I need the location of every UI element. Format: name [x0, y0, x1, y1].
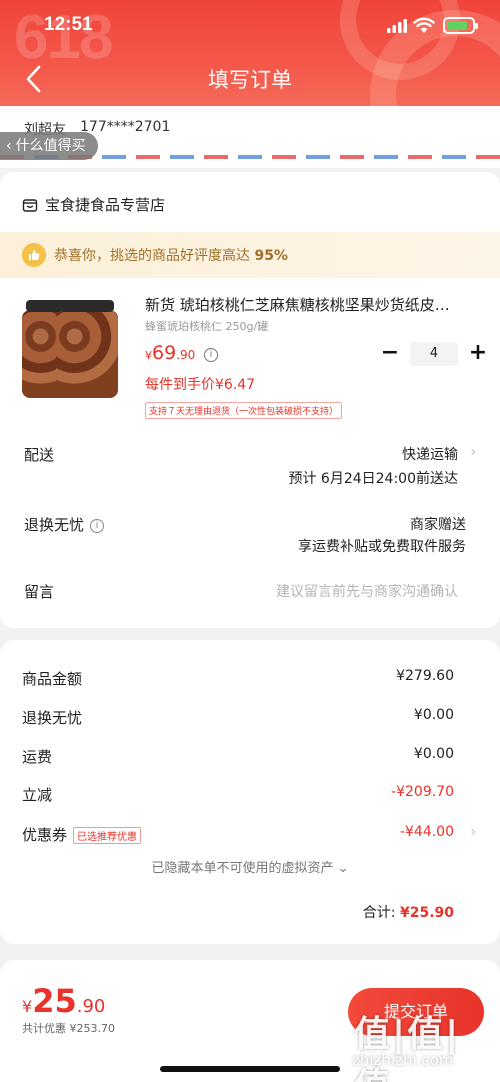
- price-info-icon[interactable]: i: [204, 348, 218, 362]
- hidden-assets-note[interactable]: 已隐藏本单不可使用的虚拟资产 ⌄: [0, 857, 500, 876]
- discount-value: -¥209.70: [391, 784, 454, 800]
- chevron-right-icon[interactable]: ›: [470, 824, 476, 840]
- smzdm-back-tag[interactable]: ‹ 什么值得买: [0, 132, 98, 160]
- returns-detail: 享运费补贴或免费取件服务: [298, 539, 466, 555]
- returns-fee-value: ¥0.00: [413, 707, 454, 723]
- signal-icon: [387, 19, 407, 33]
- total-label: 合计:: [362, 905, 400, 921]
- payable-currency: ¥: [22, 997, 33, 1016]
- delivery-method[interactable]: 快递运输: [402, 444, 458, 464]
- message-input[interactable]: 建议留言前先与商家沟通确认: [276, 581, 458, 601]
- wifi-icon: [413, 17, 435, 33]
- goods-amount-label: 商品金额: [22, 670, 83, 688]
- watermark: 值|值|值 zhizhizhi.com: [350, 1005, 490, 1082]
- shop-name: 宝食捷食品专营店: [45, 196, 166, 214]
- message-label: 留言: [24, 583, 55, 601]
- home-indicator[interactable]: [160, 1066, 340, 1072]
- unit-price: 每件到手价¥6.47: [145, 377, 256, 393]
- quantity-input[interactable]: 4: [410, 342, 458, 366]
- status-time: 12:51: [44, 14, 93, 35]
- increase-button[interactable]: +: [468, 342, 488, 366]
- chevron-left-icon: ‹: [6, 138, 12, 154]
- page-title: 填写订单: [208, 68, 292, 92]
- shop-header[interactable]: 宝食捷食品专营店: [22, 194, 165, 215]
- header-bar: 618 12:51 填写订单: [0, 0, 500, 106]
- coupon-row[interactable]: 优惠券 已选推荐优惠: [22, 824, 142, 845]
- total-saved: 共计优惠 ¥253.70: [22, 1022, 115, 1035]
- returns-fee-label: 退换无忧: [22, 709, 83, 727]
- payable-price: ¥ 25 .90: [22, 982, 105, 1020]
- product-price: ¥ 69 .90: [145, 342, 195, 364]
- recipient-phone: 177****2701: [80, 119, 171, 135]
- payable-integer: 25: [32, 982, 77, 1020]
- watermark-url: zhizhizhi.com: [352, 1051, 454, 1069]
- price-summary-card: 商品金额 ¥279.60 退换无忧 ¥0.00 运费 ¥0.00 立减 -¥20…: [0, 640, 500, 944]
- rating-banner: 恭喜你，挑选的商品好评度高达 95%: [0, 232, 500, 278]
- battery-icon: [443, 17, 478, 34]
- shipping-label: 运费: [22, 748, 53, 766]
- coupon-label: 优惠券: [22, 826, 68, 844]
- rating-percent: 95%: [254, 248, 288, 264]
- product-spec: 蜂蜜琥珀核桃仁 250g/罐: [145, 320, 269, 333]
- shipping-value: ¥0.00: [413, 746, 454, 762]
- smzdm-tag-label: 什么值得买: [15, 138, 86, 154]
- price-decimal: .90: [176, 348, 196, 362]
- payable-decimal: .90: [76, 996, 106, 1017]
- chevron-right-icon[interactable]: ›: [470, 444, 476, 460]
- coupon-tag: 已选推荐优惠: [73, 827, 142, 844]
- walnut-jar-image: [56, 300, 118, 398]
- rating-text: 恭喜你，挑选的商品好评度高达 95%: [54, 245, 288, 265]
- goods-amount-value: ¥279.60: [396, 668, 454, 684]
- discount-label: 立减: [22, 786, 53, 804]
- price-currency: ¥: [145, 349, 152, 362]
- quantity-stepper: − 4 +: [380, 342, 488, 366]
- delivery-label: 配送: [24, 446, 55, 464]
- total-row: 合计: ¥25.90: [363, 902, 454, 922]
- status-bar: 12:51: [0, 0, 500, 52]
- price-integer: 69: [152, 342, 177, 364]
- total-value: ¥25.90: [399, 905, 454, 921]
- thumbs-up-icon: [22, 243, 46, 267]
- returns-row-label: 退换无忧 i: [24, 514, 105, 535]
- shop-icon: [22, 198, 38, 212]
- coupon-value[interactable]: -¥44.00: [400, 824, 454, 840]
- decrease-button[interactable]: −: [380, 342, 400, 366]
- return-policy-tag: 支持７天无理由退货（一次性包装破损不支持）: [145, 402, 343, 419]
- returns-label: 退换无忧: [24, 516, 85, 534]
- returns-value: 商家赠送: [410, 517, 466, 533]
- order-item-card: 宝食捷食品专营店 恭喜你，挑选的商品好评度高达 95% 新货 琥珀核桃仁芝麻焦糖…: [0, 172, 500, 628]
- rating-message: 恭喜你，挑选的商品好评度高达: [54, 248, 250, 264]
- watermark-logo: 值|值|值: [354, 1014, 461, 1082]
- hidden-assets-text: 已隐藏本单不可使用的虚拟资产: [151, 861, 334, 876]
- product-title[interactable]: 新货 琥珀核桃仁芝麻焦糖核桃坚果炒货纸皮…: [145, 294, 475, 315]
- product-image[interactable]: [22, 300, 132, 402]
- delivery-eta: 预计 6月24日24:00前送达: [288, 471, 458, 487]
- chevron-down-icon: ⌄: [337, 861, 349, 876]
- returns-info-icon[interactable]: i: [90, 518, 105, 533]
